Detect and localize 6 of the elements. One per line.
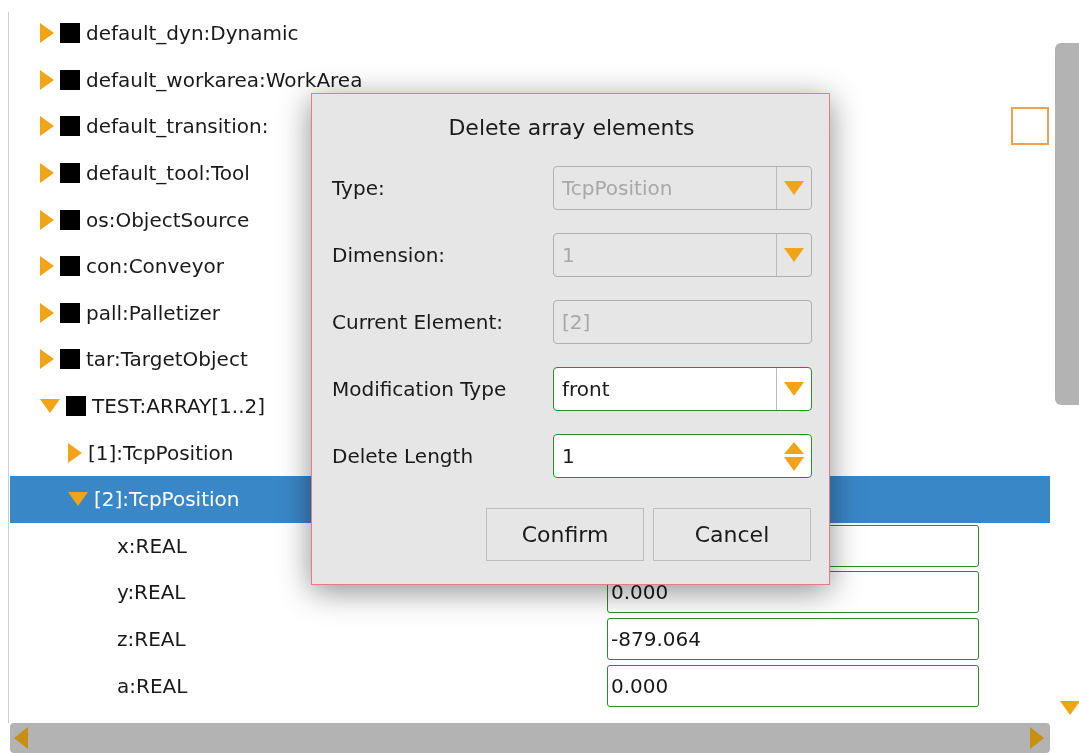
field-label: Delete Length — [332, 444, 475, 468]
field-label: Modification Type — [332, 377, 508, 401]
dialog-title: Delete array elements — [447, 115, 696, 140]
field-label: Type: — [332, 176, 386, 200]
field-label: Current Element: — [332, 310, 504, 334]
field-label: Dimension: — [332, 243, 447, 267]
